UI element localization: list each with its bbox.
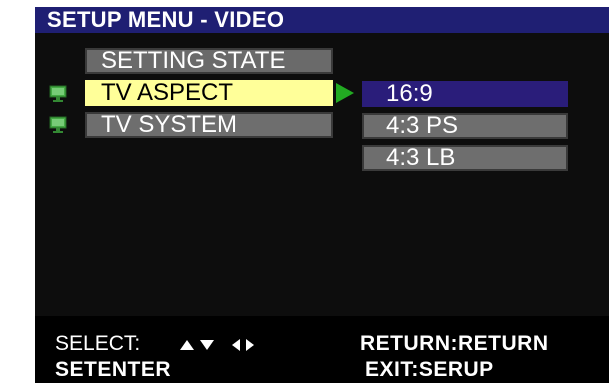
select-label: SELECT:: [55, 332, 141, 355]
arrow-down-icon: [200, 340, 214, 350]
arrow-left-icon: [232, 339, 240, 351]
option-4-3-ps[interactable]: 4:3 PS: [362, 113, 568, 139]
monitor-icon: [49, 85, 67, 102]
menu-panel: [35, 33, 609, 316]
pointer-arrow-icon: [336, 83, 354, 103]
monitor-icon: [49, 116, 67, 133]
osd-screen: SETUP MENU - VIDEO SETTING STATE TV ASPE…: [35, 7, 609, 383]
return-label: RETURN:RETURN: [360, 332, 549, 355]
title-bar: SETUP MENU - VIDEO: [35, 7, 609, 33]
exit-label: EXIT:SERUP: [365, 358, 494, 381]
arrow-right-icon: [246, 339, 254, 351]
enter-label: SETENTER: [55, 358, 172, 381]
menu-item-tv-aspect[interactable]: TV ASPECT: [85, 80, 333, 106]
option-4-3-lb[interactable]: 4:3 LB: [362, 145, 568, 171]
setting-state-header: SETTING STATE: [85, 48, 333, 74]
menu-title: SETUP MENU - VIDEO: [47, 7, 285, 32]
arrow-up-icon: [180, 340, 194, 350]
nav-icons: [180, 338, 270, 352]
menu-item-tv-system[interactable]: TV SYSTEM: [85, 112, 333, 138]
option-16-9[interactable]: 16:9: [362, 81, 568, 107]
